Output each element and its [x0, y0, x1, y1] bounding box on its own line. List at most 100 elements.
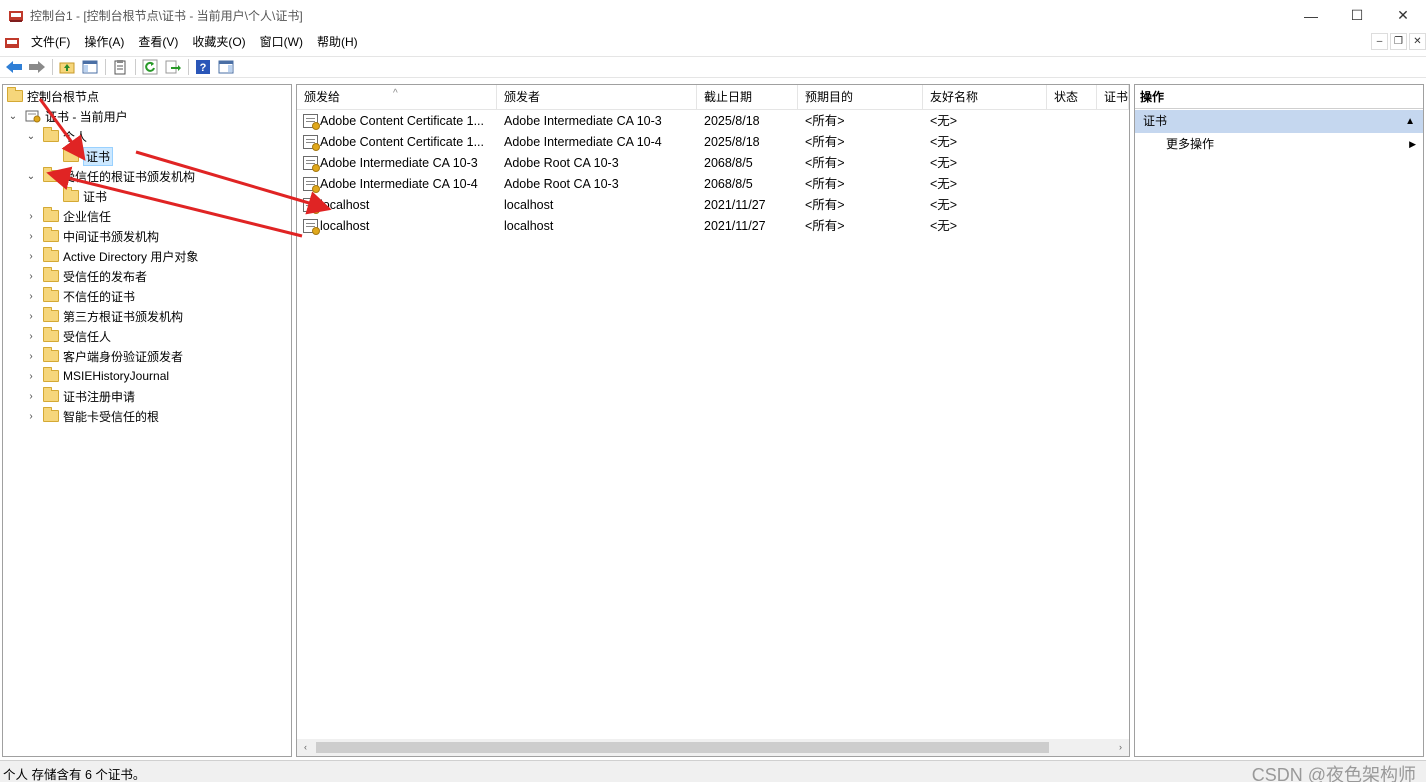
scroll-right-button[interactable]: ›: [1112, 739, 1129, 756]
column-intended-purposes[interactable]: 预期目的: [798, 85, 923, 110]
tree-node-active-directory[interactable]: › Active Directory 用户对象: [25, 246, 198, 266]
tree-node-personal[interactable]: ⌄ 个人: [25, 126, 87, 146]
tree-node-label: 控制台根节点: [27, 89, 100, 104]
tree-node-label: 受信任的发布者: [63, 269, 148, 284]
chevron-right-icon[interactable]: ›: [25, 291, 37, 302]
tree-node-console-root[interactable]: 控制台根节点: [7, 86, 99, 106]
menu-favorites[interactable]: 收藏夹(O): [185, 31, 252, 54]
cell-issued-by: Adobe Root CA 10-3: [504, 156, 619, 170]
chevron-right-icon[interactable]: ›: [25, 391, 37, 402]
menu-bar: 文件(F) 操作(A) 查看(V) 收藏夹(O) 窗口(W) 帮助(H): [0, 31, 1426, 54]
folder-icon: [43, 327, 59, 342]
menu-help[interactable]: 帮助(H): [310, 31, 365, 54]
cell-intended-purposes: <所有>: [805, 135, 845, 149]
export-icon[interactable]: [163, 58, 183, 76]
folder-icon: [7, 87, 23, 102]
cell-issued-to: localhost: [320, 219, 370, 233]
table-row[interactable]: localhost localhost 2021/11/27 <所有> <无>: [297, 195, 1129, 216]
minimize-button[interactable]: —: [1288, 0, 1334, 31]
menu-view[interactable]: 查看(V): [131, 31, 185, 54]
scrollbar-thumb[interactable]: [316, 742, 1049, 753]
cell-friendly-name: <无>: [930, 114, 958, 128]
chevron-right-icon[interactable]: ›: [25, 311, 37, 322]
column-friendly-name[interactable]: 友好名称: [923, 85, 1047, 110]
chevron-down-icon[interactable]: ⌄: [7, 111, 19, 122]
menu-window[interactable]: 窗口(W): [253, 31, 310, 54]
chevron-right-icon[interactable]: ›: [25, 331, 37, 342]
certificate-list[interactable]: 颁发给 ^ 颁发者 截止日期 预期目的 友好名称 状态 证书 Adobe Con…: [296, 84, 1130, 757]
mdi-close-button[interactable]: ✕: [1409, 33, 1426, 50]
tree-node-intermediate-ca[interactable]: › 中间证书颁发机构: [25, 226, 159, 246]
column-status[interactable]: 状态: [1047, 85, 1097, 110]
show-tree-icon[interactable]: [80, 58, 100, 76]
table-row[interactable]: Adobe Content Certificate 1... Adobe Int…: [297, 111, 1129, 132]
tree-node-msie-history-journal[interactable]: › MSIEHistoryJournal: [25, 366, 169, 386]
more-actions-item[interactable]: 更多操作 ▶: [1135, 133, 1423, 156]
tree-node-label: 证书注册申请: [63, 389, 136, 404]
chevron-down-icon[interactable]: ⌄: [25, 131, 37, 142]
chevron-right-icon[interactable]: ›: [25, 371, 37, 382]
up-folder-icon[interactable]: [57, 58, 77, 76]
chevron-right-icon[interactable]: ›: [25, 351, 37, 362]
back-arrow-icon[interactable]: [4, 58, 24, 76]
cell-expiration-date: 2068/8/5: [704, 177, 753, 191]
cell-issued-to: localhost: [320, 198, 370, 212]
properties-icon[interactable]: [110, 58, 130, 76]
window-title: 控制台1 - [控制台根节点\证书 - 当前用户\个人\证书]: [30, 9, 303, 23]
tree-node-trusted-people[interactable]: › 受信任人: [25, 326, 111, 346]
mdi-restore-button[interactable]: ❐: [1390, 33, 1407, 50]
collapse-up-icon[interactable]: ▲: [1405, 110, 1415, 133]
column-expiration-date[interactable]: 截止日期: [697, 85, 798, 110]
menu-action[interactable]: 操作(A): [77, 31, 131, 54]
tree-node-label: 不信任的证书: [63, 289, 136, 304]
folder-icon: [43, 307, 59, 322]
chevron-right-icon[interactable]: ›: [25, 411, 37, 422]
folder-icon: [43, 247, 59, 262]
menu-file[interactable]: 文件(F): [24, 31, 77, 54]
action-pane-icon[interactable]: [216, 58, 236, 76]
scroll-left-button[interactable]: ‹: [297, 739, 314, 756]
tree-node-smart-card-trusted-roots[interactable]: › 智能卡受信任的根: [25, 406, 159, 426]
tree-node-untrusted-certificates[interactable]: › 不信任的证书: [25, 286, 135, 306]
chevron-right-icon[interactable]: ›: [25, 231, 37, 242]
chevron-right-icon[interactable]: ›: [25, 251, 37, 262]
tree-node-cert-enrollment-requests[interactable]: › 证书注册申请: [25, 386, 135, 406]
refresh-icon[interactable]: [140, 58, 160, 76]
sort-ascending-icon: ^: [393, 88, 398, 99]
certificate-icon: [303, 177, 320, 193]
folder-icon: [43, 407, 59, 422]
close-button[interactable]: ✕: [1380, 0, 1426, 31]
tree-node-trusted-publishers[interactable]: › 受信任的发布者: [25, 266, 147, 286]
tree-node-label: Active Directory 用户对象: [63, 249, 199, 264]
console-tree[interactable]: 控制台根节点 ⌄ 证书 - 当前用户 ⌄ 个人 证书 ⌄ 受信任的根证书颁发机构…: [2, 84, 292, 757]
help-icon[interactable]: ?: [193, 58, 213, 76]
tree-node-personal-certificates[interactable]: 证书: [63, 146, 114, 166]
tree-node-third-party-root-ca[interactable]: › 第三方根证书颁发机构: [25, 306, 183, 326]
horizontal-scrollbar[interactable]: ‹ ›: [297, 739, 1129, 756]
table-row[interactable]: Adobe Intermediate CA 10-4 Adobe Root CA…: [297, 174, 1129, 195]
tree-node-client-auth-issuers[interactable]: › 客户端身份验证颁发者: [25, 346, 183, 366]
chevron-right-icon[interactable]: ›: [25, 271, 37, 282]
maximize-button[interactable]: ☐: [1334, 0, 1380, 31]
chevron-down-icon[interactable]: ⌄: [25, 171, 37, 182]
tree-node-trusted-root-certificates[interactable]: 证书: [63, 186, 107, 206]
folder-icon: [43, 227, 59, 242]
table-row[interactable]: Adobe Content Certificate 1... Adobe Int…: [297, 132, 1129, 153]
mdi-minimize-button[interactable]: –: [1371, 33, 1388, 50]
tree-node-trusted-root-ca[interactable]: ⌄ 受信任的根证书颁发机构: [25, 166, 195, 186]
chevron-right-icon[interactable]: ›: [25, 211, 37, 222]
mmc-app-icon: [8, 8, 24, 24]
tree-node-cert-current-user[interactable]: ⌄ 证书 - 当前用户: [7, 106, 128, 126]
console-icon[interactable]: [4, 35, 20, 51]
column-certificate-template[interactable]: 证书: [1097, 85, 1129, 110]
tree-node-label: 客户端身份验证颁发者: [63, 349, 184, 364]
forward-arrow-icon[interactable]: [27, 58, 47, 76]
actions-section-certificates[interactable]: 证书 ▲: [1135, 110, 1423, 133]
toolbar-separator: [135, 59, 136, 75]
column-issued-to[interactable]: 颁发给 ^: [297, 85, 497, 110]
table-row[interactable]: Adobe Intermediate CA 10-3 Adobe Root CA…: [297, 153, 1129, 174]
cell-friendly-name: <无>: [930, 198, 958, 212]
table-row[interactable]: localhost localhost 2021/11/27 <所有> <无>: [297, 216, 1129, 237]
tree-node-enterprise-trust[interactable]: › 企业信任: [25, 206, 111, 226]
column-issued-by[interactable]: 颁发者: [497, 85, 697, 110]
